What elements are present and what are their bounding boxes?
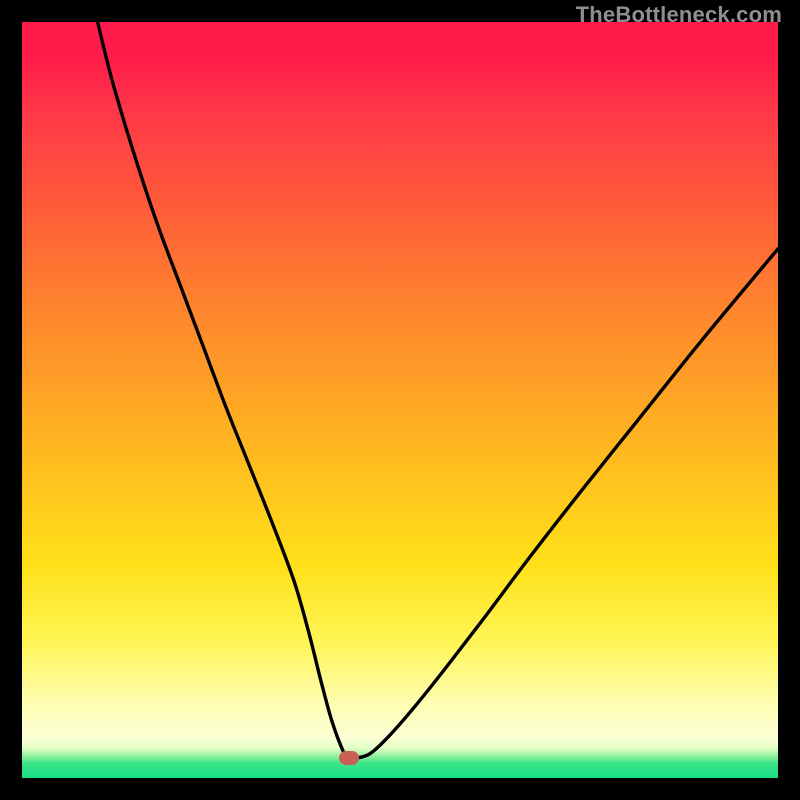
bottleneck-curve — [98, 22, 778, 759]
curve-svg — [22, 22, 778, 778]
chart-stage: TheBottleneck.com — [0, 0, 800, 800]
optimum-marker — [339, 751, 359, 765]
watermark-text: TheBottleneck.com — [576, 2, 782, 28]
plot-area — [22, 22, 778, 778]
